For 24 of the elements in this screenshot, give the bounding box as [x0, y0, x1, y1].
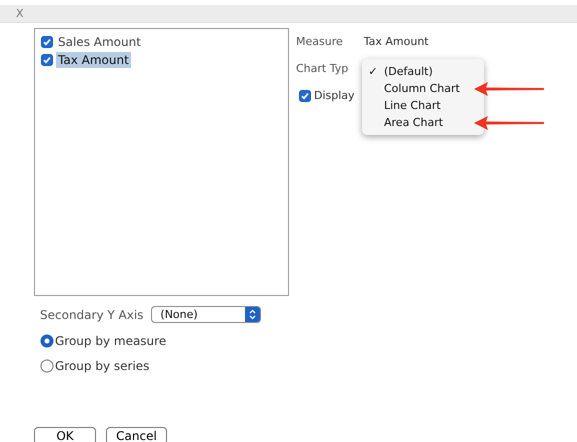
ok-button[interactable]: OK: [34, 427, 96, 442]
radio-button[interactable]: [40, 334, 54, 348]
measure-value: Tax Amount: [364, 35, 429, 48]
radio-button[interactable]: [40, 359, 54, 373]
radio-label: Group by measure: [55, 334, 166, 348]
secondary-y-axis-label: Secondary Y Axis: [40, 308, 144, 322]
cancel-button[interactable]: Cancel: [106, 427, 167, 442]
measure-item[interactable]: Tax Amount: [56, 52, 131, 68]
checkbox[interactable]: [299, 90, 311, 102]
secondary-y-axis-select[interactable]: (None): [151, 306, 262, 323]
check-mark: ✓: [367, 65, 379, 78]
menu-item[interactable]: Line Chart: [384, 99, 441, 112]
close-button[interactable]: X: [16, 7, 24, 20]
measure-label: Measure: [296, 35, 343, 48]
menu-item[interactable]: Area Chart: [384, 116, 444, 129]
menu-item[interactable]: Column Chart: [384, 82, 460, 95]
chart-type-label: Chart Typ: [296, 62, 348, 75]
stepper-icon: [249, 309, 256, 320]
display-label: Display: [314, 89, 355, 102]
checkbox[interactable]: [41, 36, 53, 48]
radio-label: Group by series: [55, 359, 150, 373]
menu-item[interactable]: (Default): [384, 65, 433, 78]
measure-item[interactable]: Sales Amount: [56, 34, 143, 50]
checkbox[interactable]: [41, 54, 53, 66]
